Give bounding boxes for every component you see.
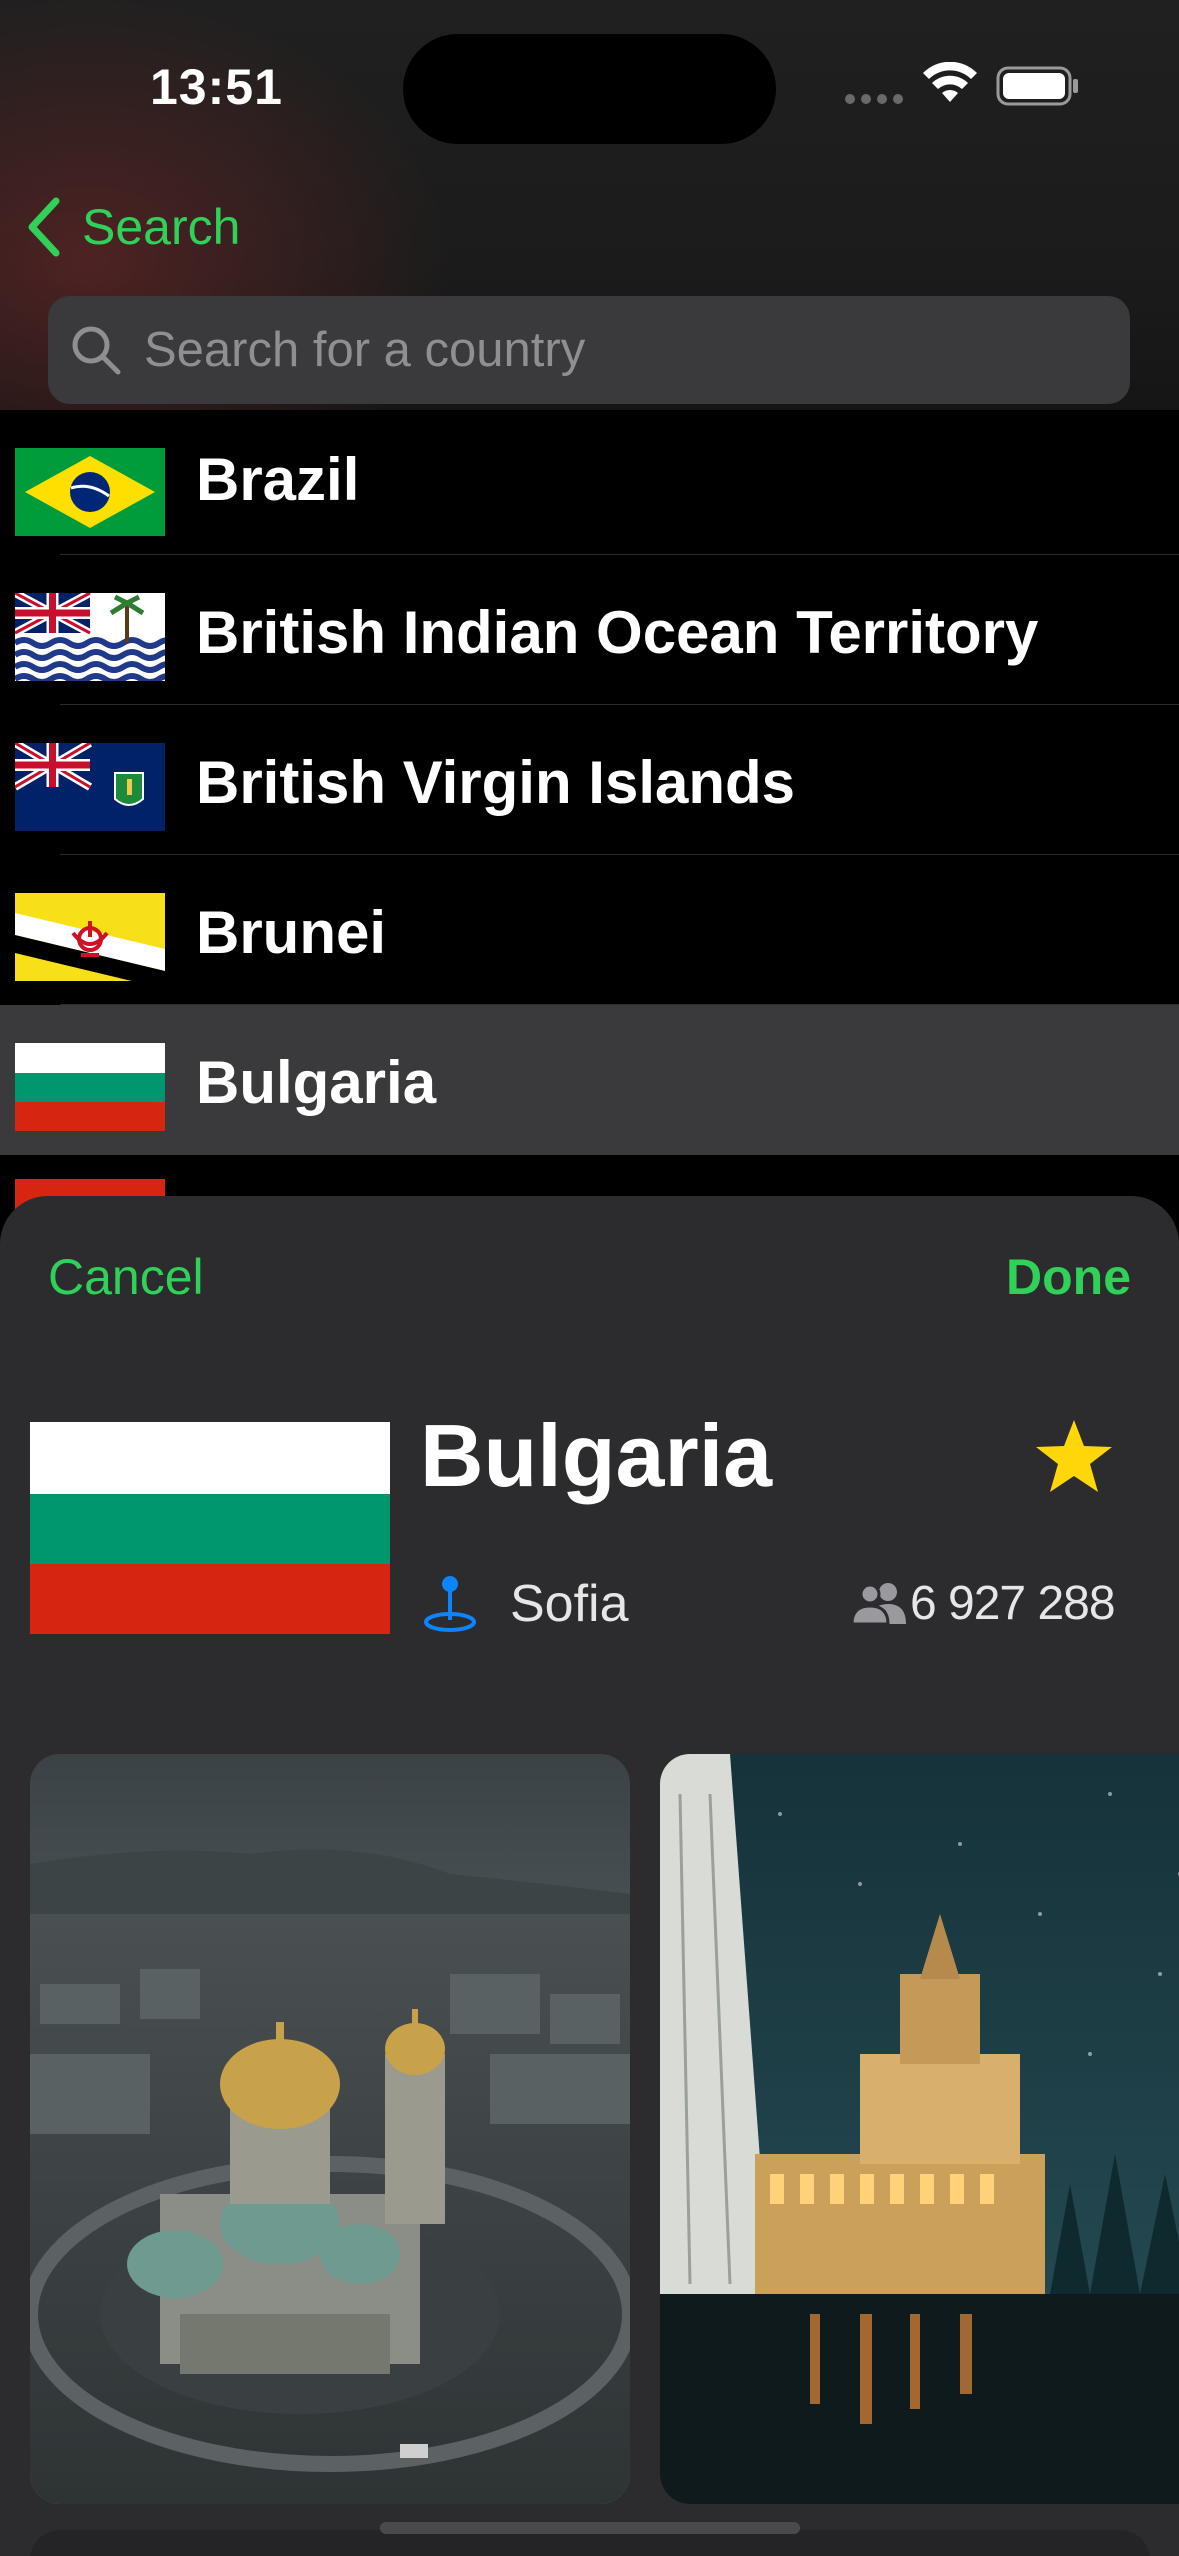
home-indicator[interactable] (380, 2522, 800, 2534)
search-field[interactable] (48, 296, 1130, 404)
favorite-star-icon[interactable] (1034, 1418, 1114, 1494)
population-value: 6 927 288 (910, 1577, 1116, 1630)
done-button[interactable]: Done (1006, 1248, 1131, 1306)
dynamic-island (403, 34, 776, 144)
search-icon (72, 326, 121, 375)
back-label: Search (82, 199, 241, 255)
british-indian-ocean-territory-flag-icon (15, 593, 165, 681)
status-time: 13:51 (150, 59, 283, 115)
capital-name: Sofia (510, 1575, 629, 1633)
cancel-button[interactable]: Cancel (48, 1248, 204, 1306)
list-item-british-indian-ocean-territory[interactable]: British Indian Ocean Territory (0, 555, 1179, 705)
country-name: British Indian Ocean Territory (196, 599, 1039, 666)
british-virgin-islands-flag-icon (15, 743, 165, 831)
chevron-left-icon (28, 197, 60, 257)
bulgaria-flag-large (30, 1422, 390, 1634)
screen: 13:51 Search Search for a country Brazil… (0, 0, 1179, 2556)
country-detail-sheet: Cancel Done Bulgaria Sofia 6 927 288 (0, 1196, 1179, 2556)
cellular-signal-icon (845, 94, 905, 106)
wifi-icon (923, 62, 977, 102)
night-building-image (660, 1754, 1179, 2504)
country-title: Bulgaria (420, 1406, 773, 1505)
list-item-brazil[interactable]: Brazil (0, 410, 1179, 555)
back-button[interactable]: Search (24, 192, 240, 262)
country-name: Brazil (196, 446, 360, 513)
brunei-flag-icon (15, 893, 165, 981)
search-input[interactable] (142, 321, 1046, 379)
header: 13:51 Search (0, 0, 1179, 448)
list-item-british-virgin-islands[interactable]: British Virgin Islands (0, 705, 1179, 855)
battery-icon (996, 66, 1078, 106)
country-name: British Virgin Islands (196, 749, 796, 816)
capital-pin-icon (424, 1576, 476, 1632)
country-name: Brunei (196, 899, 387, 966)
alexander-nevsky-cathedral-photo[interactable] (30, 1754, 630, 2504)
bulgaria-flag-icon (15, 1043, 165, 1131)
list-item-bulgaria[interactable]: Bulgaria (0, 1005, 1179, 1155)
list-item-brunei[interactable]: Brunei (0, 855, 1179, 1005)
largo-building-night-photo[interactable] (660, 1754, 1179, 2504)
population-icon (852, 1583, 906, 1624)
country-name: Bulgaria (196, 1049, 437, 1116)
cathedral-image (30, 1754, 630, 2504)
brazil-flag-icon (15, 448, 165, 536)
